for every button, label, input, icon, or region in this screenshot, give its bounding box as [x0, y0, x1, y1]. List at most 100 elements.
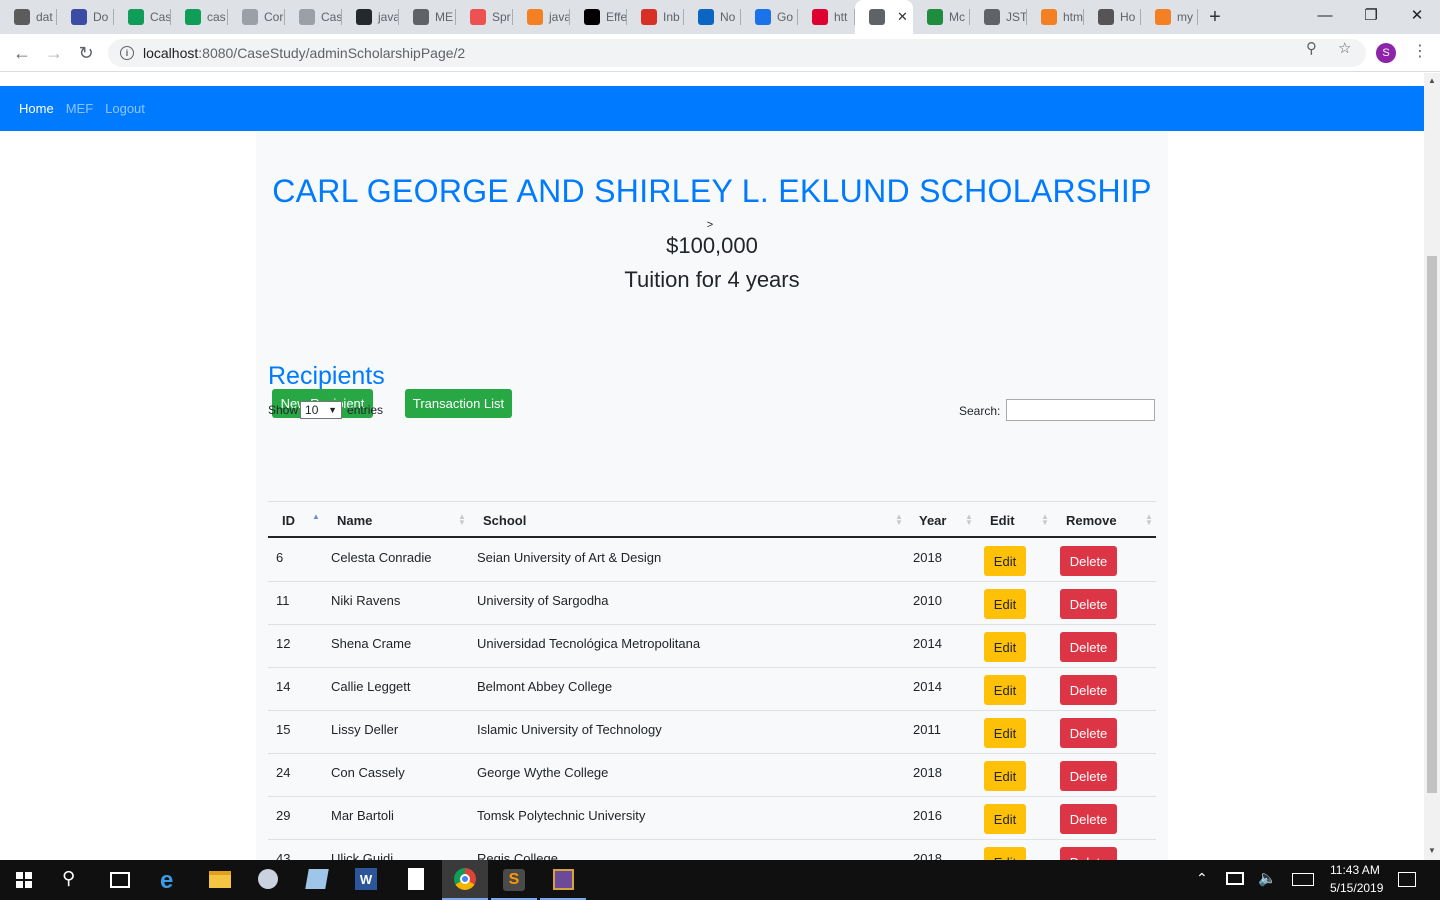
search-input[interactable] [1006, 399, 1155, 421]
table-header: ID ▲ Name ▲ ▼ School ▲ ▼ Year ▲ ▼ Edit ▲ ▼ R… [268, 501, 1156, 538]
browser-tab[interactable]: java [342, 0, 399, 34]
sublime-text-icon[interactable]: S [491, 860, 537, 900]
browser-tab[interactable]: Effe [570, 0, 627, 34]
browser-tab-label: htm [1063, 10, 1084, 24]
browser-tab[interactable]: ME [399, 0, 456, 34]
edge-browser-icon[interactable]: e [160, 867, 173, 895]
edit-button[interactable]: Edit [984, 718, 1026, 748]
browser-tab[interactable]: htm [1027, 0, 1084, 34]
sublime-logo-icon: S [503, 869, 525, 891]
cell-school: Universidad Tecnológica Metropolitana [477, 636, 701, 651]
delete-button[interactable]: Delete [1060, 546, 1117, 576]
u-icon [14, 9, 30, 25]
cell-year: 2018 [913, 851, 942, 860]
delete-button[interactable]: Delete [1060, 804, 1117, 834]
notepad-icon[interactable] [305, 869, 329, 889]
browser-tab[interactable]: cas [171, 0, 228, 34]
browser-tab[interactable]: java [513, 0, 570, 34]
browser-tab[interactable]: Go [741, 0, 798, 34]
new-tab-icon[interactable]: + [1198, 0, 1232, 34]
edit-button[interactable]: Edit [984, 546, 1026, 576]
back-icon[interactable]: ← [6, 37, 38, 69]
transaction-list-button[interactable]: Transaction List [405, 389, 512, 418]
profile-avatar[interactable]: S [1376, 43, 1396, 63]
sort-icon: ▲ ▼ [458, 512, 466, 527]
chevron-up-icon[interactable]: ⌃ [1196, 870, 1208, 887]
scrollbar-thumb[interactable] [1427, 256, 1437, 793]
delete-button[interactable]: Delete [1060, 718, 1117, 748]
nav-home-link[interactable]: Home [19, 101, 54, 116]
browser-tab-label: Cas [321, 10, 342, 24]
browser-tab[interactable]: Do [57, 0, 114, 34]
stackoverflow-icon [527, 9, 543, 25]
address-bar[interactable]: i localhost:8080/CaseStudy/adminScholars… [108, 39, 1366, 67]
windows-start-icon[interactable] [16, 872, 32, 888]
window-close-icon[interactable]: ✕ [1394, 0, 1440, 30]
delete-button[interactable]: Delete [1060, 675, 1117, 705]
network-icon[interactable] [1226, 872, 1244, 885]
nav-logout-link[interactable]: Logout [105, 101, 145, 116]
file-explorer-icon[interactable] [209, 871, 231, 888]
edit-button[interactable]: Edit [984, 761, 1026, 791]
taskbar-date[interactable]: 5/15/2019 [1330, 881, 1383, 895]
browser-tab[interactable]: No [684, 0, 741, 34]
delete-button[interactable]: Delete [1060, 761, 1117, 791]
minimize-icon[interactable]: — [1302, 0, 1348, 30]
column-header-edit[interactable]: Edit [990, 502, 1015, 538]
page-scrollbar[interactable]: ▲ ▼ [1424, 73, 1440, 860]
browser-tab[interactable]: Cas [114, 0, 171, 34]
nav-mef-link[interactable]: MEF [66, 101, 93, 116]
menu-kebab-icon[interactable]: ⋮ [1412, 41, 1428, 61]
tab-close-icon[interactable]: ✕ [897, 9, 908, 25]
browser-tab[interactable]: my [1141, 0, 1198, 34]
edit-button[interactable]: Edit [984, 632, 1026, 662]
edit-button[interactable]: Edit [984, 589, 1026, 619]
browser-tab[interactable]: Cas [285, 0, 342, 34]
notification-icon[interactable] [1398, 872, 1416, 887]
delete-button[interactable]: Delete [1060, 847, 1117, 860]
delete-button[interactable]: Delete [1060, 632, 1117, 662]
column-header-remove[interactable]: Remove [1066, 502, 1117, 538]
word-icon[interactable]: W [355, 868, 377, 890]
scroll-up-icon[interactable]: ▲ [1428, 76, 1436, 85]
browser-tab[interactable]: Spr [456, 0, 513, 34]
column-header-year[interactable]: Year [919, 502, 946, 538]
edit-button[interactable]: Edit [984, 847, 1026, 860]
browser-tab[interactable]: Mc [913, 0, 970, 34]
scholarship-tuition: Tuition for 4 years [624, 267, 800, 292]
forward-icon[interactable]: → [38, 37, 70, 69]
reload-icon[interactable]: ↻ [70, 37, 102, 69]
edit-button[interactable]: Edit [984, 804, 1026, 834]
browser-tab[interactable]: JST [970, 0, 1027, 34]
scroll-down-icon[interactable]: ▼ [1428, 846, 1436, 855]
edit-button[interactable]: Edit [984, 675, 1026, 705]
cell-name: Celesta Conradie [331, 550, 432, 565]
column-header-school[interactable]: School [483, 502, 526, 538]
browser-tab[interactable]: dat [0, 0, 57, 34]
browser-tab[interactable]: Ho [1084, 0, 1141, 34]
entries-select[interactable]: 10 ▼ [300, 401, 343, 419]
app-icon[interactable] [540, 860, 586, 900]
browser-tab[interactable]: Cor [228, 0, 285, 34]
info-icon[interactable]: i [120, 46, 134, 60]
browser-tab[interactable]: htt [798, 0, 855, 34]
delete-button[interactable]: Delete [1060, 589, 1117, 619]
zoom-icon[interactable]: ⚲ [1306, 39, 1317, 57]
chrome-icon[interactable] [442, 860, 488, 900]
column-header-name[interactable]: Name [337, 502, 372, 538]
browser-tab[interactable]: ✕ [855, 0, 913, 34]
browser-tab[interactable]: Inb [627, 0, 684, 34]
snipping-tool-icon[interactable] [258, 869, 278, 889]
sort-icon: ▲ ▼ [1145, 512, 1153, 527]
column-header-id[interactable]: ID [282, 502, 295, 538]
file-icon[interactable] [408, 868, 424, 890]
keyboard-icon[interactable] [1292, 873, 1314, 886]
restore-icon[interactable]: ❐ [1348, 0, 1394, 30]
volume-icon[interactable]: 🔈 [1258, 869, 1277, 887]
search-icon[interactable]: ⚲ [62, 868, 75, 889]
task-view-icon[interactable] [110, 872, 130, 888]
taskbar-time[interactable]: 11:43 AM [1330, 863, 1380, 877]
browser-tab-label: my [1177, 10, 1193, 24]
bookmark-star-icon[interactable]: ☆ [1338, 39, 1351, 57]
stackoverflow-icon [1155, 9, 1171, 25]
